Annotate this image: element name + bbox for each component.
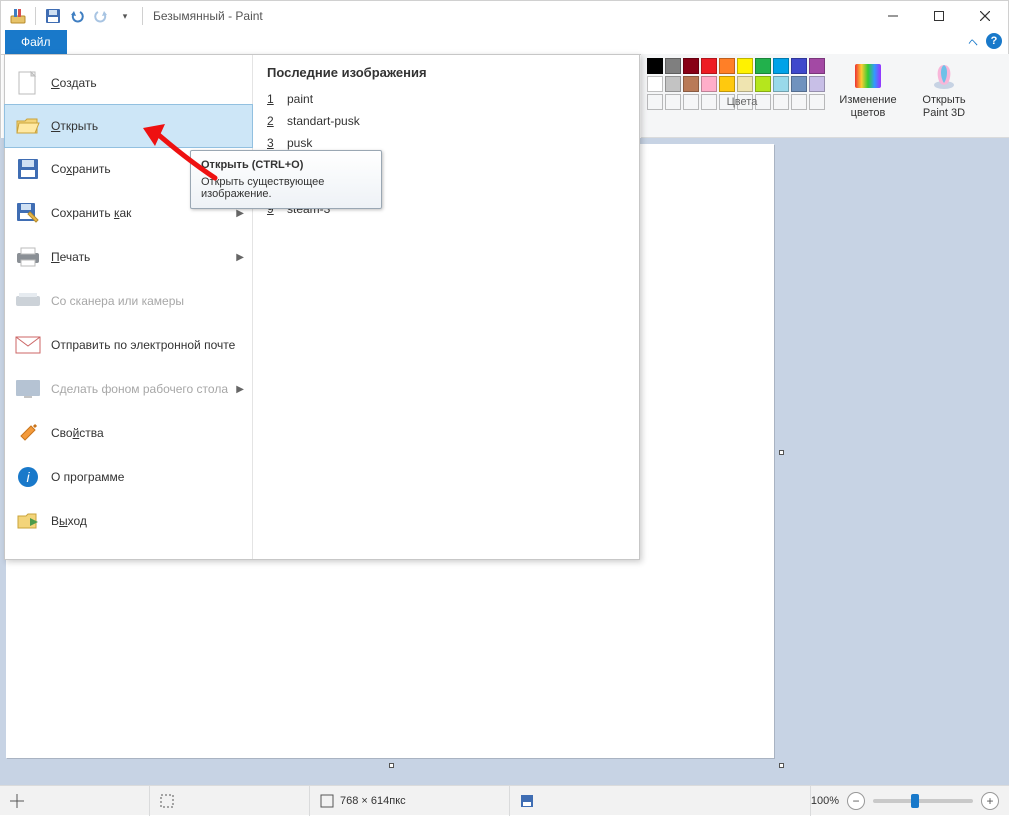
save-as-icon [15,200,41,226]
menu-exit[interactable]: Выход [5,499,252,543]
close-button[interactable] [962,1,1008,31]
color-swatch[interactable] [647,58,663,74]
color-swatch[interactable] [809,58,825,74]
resize-handle-right[interactable] [779,450,784,455]
help-icon[interactable]: ? [986,33,1002,49]
color-swatch[interactable] [809,76,825,92]
tab-strip: Файл ヘ ? [1,31,1008,55]
recent-item[interactable]: 2standart-pusk [267,110,625,132]
menu-set-desktop: Сделать фоном рабочего стола ▶ [5,367,252,411]
file-menu-dropdown: Создать Открыть Сохранить Сохранить как … [4,54,640,560]
qat-save-icon[interactable] [42,5,64,27]
scanner-icon [15,288,41,314]
status-dimensions: 768 × 614пкс [310,786,510,816]
menu-properties[interactable]: Свойства [5,411,252,455]
tooltip-body: Открыть существующее изображение. [201,176,371,200]
group-label-colors: Цвета [647,96,837,108]
zoom-slider-thumb[interactable] [911,794,919,808]
zoom-out-button[interactable]: − [847,792,865,810]
zoom-in-button[interactable]: + [981,792,999,810]
color-swatch[interactable] [791,58,807,74]
menu-print[interactable]: Печать ▶ [5,235,252,279]
color-swatch[interactable] [719,58,735,74]
menu-about[interactable]: i О программе [5,455,252,499]
email-icon [15,332,41,358]
tooltip-open: Открыть (CTRL+O) Открыть существующее из… [190,150,382,209]
menu-open[interactable]: Открыть [4,104,253,148]
minimize-ribbon-icon[interactable]: ヘ [968,34,978,49]
status-selection [150,786,310,816]
title-bar: ▾ Безымянный - Paint [1,1,1008,31]
qat-customize-icon[interactable]: ▾ [114,5,136,27]
paint3d-icon [928,60,960,92]
minimize-button[interactable] [870,1,916,31]
color-swatch[interactable] [647,76,663,92]
color-swatch[interactable] [737,76,753,92]
menu-send-email[interactable]: Отправить по электронной почте [5,323,252,367]
submenu-arrow-icon: ▶ [236,252,244,263]
color-swatch[interactable] [719,76,735,92]
color-swatch[interactable] [683,58,699,74]
open-paint3d-button[interactable]: Открыть Paint 3D [911,58,977,119]
tooltip-title: Открыть (CTRL+O) [201,159,371,171]
color-swatch[interactable] [665,76,681,92]
status-cursor-pos [0,786,150,816]
zoom-slider[interactable] [873,799,973,803]
open-folder-icon [15,113,41,139]
dimensions-icon [320,794,334,808]
color-swatch[interactable] [701,76,717,92]
selection-icon [160,794,174,808]
status-filesize [510,786,811,816]
info-icon: i [15,464,41,490]
color-swatch[interactable] [791,76,807,92]
edit-colors-button[interactable]: Изменение цветов [835,58,901,119]
color-swatch[interactable] [683,76,699,92]
app-icon [7,5,29,27]
save-icon [15,156,41,182]
menu-create[interactable]: Создать [5,61,252,105]
desktop-bg-icon [15,376,41,402]
color-swatch[interactable] [773,58,789,74]
window-title: Безымянный - Paint [153,9,263,23]
color-swatch[interactable] [701,58,717,74]
submenu-arrow-icon: ▶ [236,208,244,219]
crosshair-icon [10,794,24,808]
submenu-arrow-icon: ▶ [236,384,244,395]
color-swatch[interactable] [665,58,681,74]
disk-icon [520,794,534,808]
qat-undo-icon[interactable] [66,5,88,27]
color-swatch[interactable] [755,76,771,92]
menu-from-scanner: Со сканера или камеры [5,279,252,323]
resize-handle-corner[interactable] [779,763,784,768]
recent-item[interactable]: 1paint [267,88,625,110]
color-swatch[interactable] [755,58,771,74]
ribbon-colors-group: Цвета Изменение цветов Открыть Paint 3D [641,54,1009,138]
color-swatch[interactable] [737,58,753,74]
file-tab[interactable]: Файл [5,30,67,54]
qat-redo-icon[interactable] [90,5,112,27]
recent-header: Последние изображения [267,65,625,80]
print-icon [15,244,41,270]
maximize-button[interactable] [916,1,962,31]
exit-icon [15,508,41,534]
properties-icon [15,420,41,446]
edit-colors-icon [852,60,884,92]
resize-handle-bottom[interactable] [389,763,394,768]
zoom-level: 100% [811,795,839,807]
color-swatch[interactable] [773,76,789,92]
status-bar: 768 × 614пкс 100% − + [0,785,1009,815]
new-file-icon [15,70,41,96]
